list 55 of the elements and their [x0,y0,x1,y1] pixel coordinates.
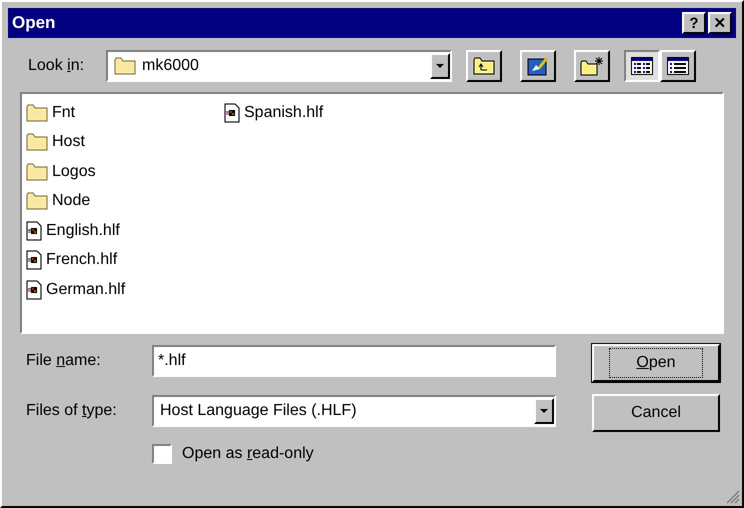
folder-icon [26,162,48,181]
file-list-item[interactable]: French.hlf [24,246,222,275]
file-list-item[interactable]: Node [24,186,222,216]
folder-up-arrow-icon [473,57,495,75]
document-icon [26,220,42,241]
look-in-dropdown[interactable]: mk6000 [106,50,452,82]
up-folder-button[interactable] [466,50,502,82]
desktop-button[interactable] [520,50,556,82]
file-type-dropdown[interactable]: Host Language Files (.HLF) [152,395,556,427]
close-button[interactable]: ✕ [708,12,732,34]
help-button[interactable]: ? [682,12,706,34]
file-type-value: Host Language Files (.HLF) [159,401,358,421]
folder-icon [26,133,48,152]
caret-icon [436,64,444,68]
open-button[interactable]: Open [592,344,720,382]
caret-icon [540,408,548,414]
folder-icon [26,192,48,210]
new-folder-icon [580,56,604,76]
list-view-button[interactable] [624,50,660,82]
read-only-checkbox[interactable] [152,444,172,464]
document-icon [224,102,240,123]
file-name-field[interactable]: *.hlf [152,345,556,377]
file-item-name: Host [52,132,85,152]
file-item-name: French.hlf [46,250,118,270]
details-view-icon [667,57,689,75]
file-list-item[interactable]: English.hlf [24,216,222,246]
resize-grip-icon [726,490,740,504]
file-type-label: Files of type: [26,401,118,421]
window-title: Open [12,12,56,34]
file-name-label: File name: [26,351,102,371]
dropdown-button[interactable] [534,398,554,424]
file-list-item[interactable]: German.hlf [24,275,222,304]
file-item-name: Logos [52,162,96,182]
file-item-name: Spanish.hlf [244,102,324,123]
list-view-icon [631,57,653,75]
file-list-item[interactable]: Logos [24,157,222,186]
document-icon [26,250,42,270]
dropdown-button[interactable] [430,53,450,79]
details-view-button[interactable] [660,50,696,82]
document-icon [26,280,42,300]
file-list-item[interactable]: Fnt [24,98,222,128]
new-folder-button[interactable] [574,50,610,82]
file-item-name: Fnt [52,102,76,123]
look-in-label: Look in: [28,56,86,76]
read-only-label: Open as read-only [182,444,314,464]
file-list-item[interactable]: Spanish.hlf [222,98,420,128]
file-item-name: Node [52,191,90,212]
cancel-button[interactable]: Cancel [592,394,720,432]
folder-icon [114,57,136,75]
look-in-value: mk6000 [142,56,199,76]
file-item-name: English.hlf [46,220,120,241]
folder-icon [26,104,48,122]
file-list-item[interactable]: Host [24,128,222,157]
pencil-desktop-icon [527,56,549,76]
file-item-name: German.hlf [46,280,126,300]
